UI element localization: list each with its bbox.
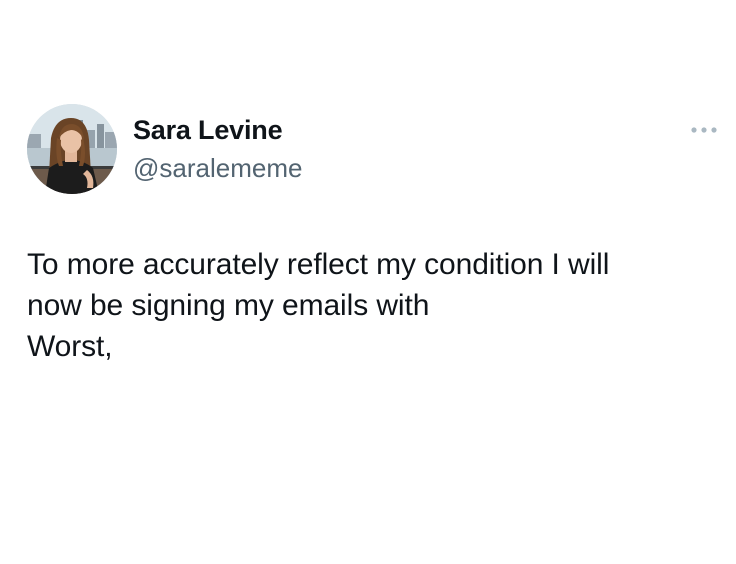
author-handle[interactable]: @saralememe xyxy=(133,152,302,184)
tweet-text-line: To more accurately reflect my condition … xyxy=(27,248,610,281)
avatar[interactable] xyxy=(27,104,117,194)
tweet-text-line: Worst, xyxy=(27,330,113,363)
more-horizontal-icon xyxy=(691,127,717,133)
avatar-photo xyxy=(27,104,117,194)
more-options-button[interactable] xyxy=(688,118,720,142)
tweet-text: To more accurately reflect my condition … xyxy=(27,244,717,367)
author-display-name[interactable]: Sara Levine xyxy=(133,114,283,146)
tweet-card: Sara Levine @saralememe To more accurate… xyxy=(0,0,736,564)
tweet-text-line: now be signing my emails with xyxy=(27,289,430,322)
